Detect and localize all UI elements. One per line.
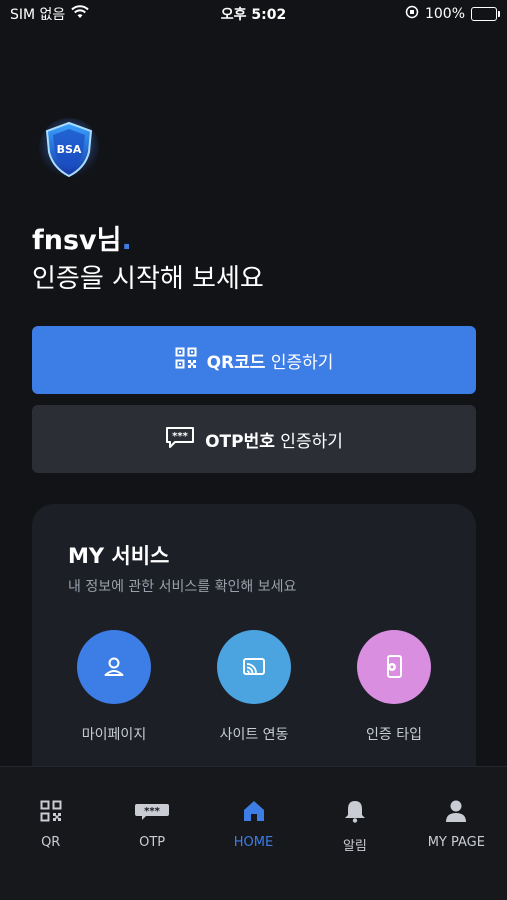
battery-percent: 100% xyxy=(424,6,465,22)
status-left: SIM 없음 xyxy=(10,4,90,24)
user-icon xyxy=(77,630,151,704)
nav-label: OTP xyxy=(139,835,166,850)
logo-text: BSA xyxy=(57,143,82,156)
service-label: 사이트 연동 xyxy=(219,727,289,743)
otp-icon: *** xyxy=(134,797,170,825)
service-label: 마이페이지 xyxy=(81,727,147,743)
nav-notifications[interactable]: 알림 xyxy=(304,767,405,900)
service-auth-type[interactable]: 인증 타입 xyxy=(334,630,454,744)
status-bar: SIM 없음 오후 5:02 100% xyxy=(0,0,507,28)
nav-label: QR xyxy=(41,835,61,850)
qr-auth-button[interactable]: QR코드 인증하기 xyxy=(32,326,476,394)
greeting-subtitle: 인증을 시작해 보세요 xyxy=(32,264,264,294)
person-icon xyxy=(445,797,467,825)
cast-icon xyxy=(217,630,291,704)
bsa-shield-logo: BSA xyxy=(38,118,100,180)
service-site-link[interactable]: 사이트 연동 xyxy=(194,630,314,744)
carrier-label: SIM 없음 xyxy=(10,7,66,23)
svg-text:***: *** xyxy=(144,806,160,817)
otp-auth-label: OTP번호 인증하기 xyxy=(205,431,343,452)
nav-qr[interactable]: QR xyxy=(0,767,101,900)
service-my-page[interactable]: 마이페이지 xyxy=(54,630,174,744)
otp-chat-icon: *** xyxy=(165,426,195,453)
my-service-description: 내 정보에 관한 서비스를 확인해 보세요 xyxy=(68,579,297,595)
user-name-heading: fnsv님. xyxy=(32,218,132,257)
my-service-title: MY 서비스 xyxy=(68,544,170,568)
accent-dot: . xyxy=(121,225,132,256)
user-name: fnsv님 xyxy=(32,225,122,256)
qr-icon xyxy=(40,797,62,825)
otp-auth-button[interactable]: *** OTP번호 인증하기 xyxy=(32,405,476,473)
qr-auth-label: QR코드 인증하기 xyxy=(206,352,334,373)
battery-icon xyxy=(471,7,500,21)
service-label: 인증 타입 xyxy=(366,727,422,743)
bottom-navigation: QR *** OTP HOME 알림 MY PAGE xyxy=(0,766,507,900)
nav-label: HOME xyxy=(233,835,274,850)
home-icon xyxy=(242,797,266,825)
status-right: 100% xyxy=(405,5,500,23)
nav-my-page[interactable]: MY PAGE xyxy=(406,767,507,900)
nav-label: MY PAGE xyxy=(427,835,485,850)
phone-gear-icon xyxy=(357,630,431,704)
wifi-icon xyxy=(71,5,90,23)
qr-icon xyxy=(175,347,197,374)
orientation-lock-icon xyxy=(405,5,419,23)
nav-home[interactable]: HOME xyxy=(203,767,304,900)
nav-label: 알림 xyxy=(342,839,367,854)
svg-text:***: *** xyxy=(172,431,188,442)
nav-otp[interactable]: *** OTP xyxy=(101,767,202,900)
bell-icon xyxy=(344,797,366,825)
my-service-card: MY 서비스 내 정보에 관한 서비스를 확인해 보세요 마이페이지 사이트 연… xyxy=(32,504,476,794)
